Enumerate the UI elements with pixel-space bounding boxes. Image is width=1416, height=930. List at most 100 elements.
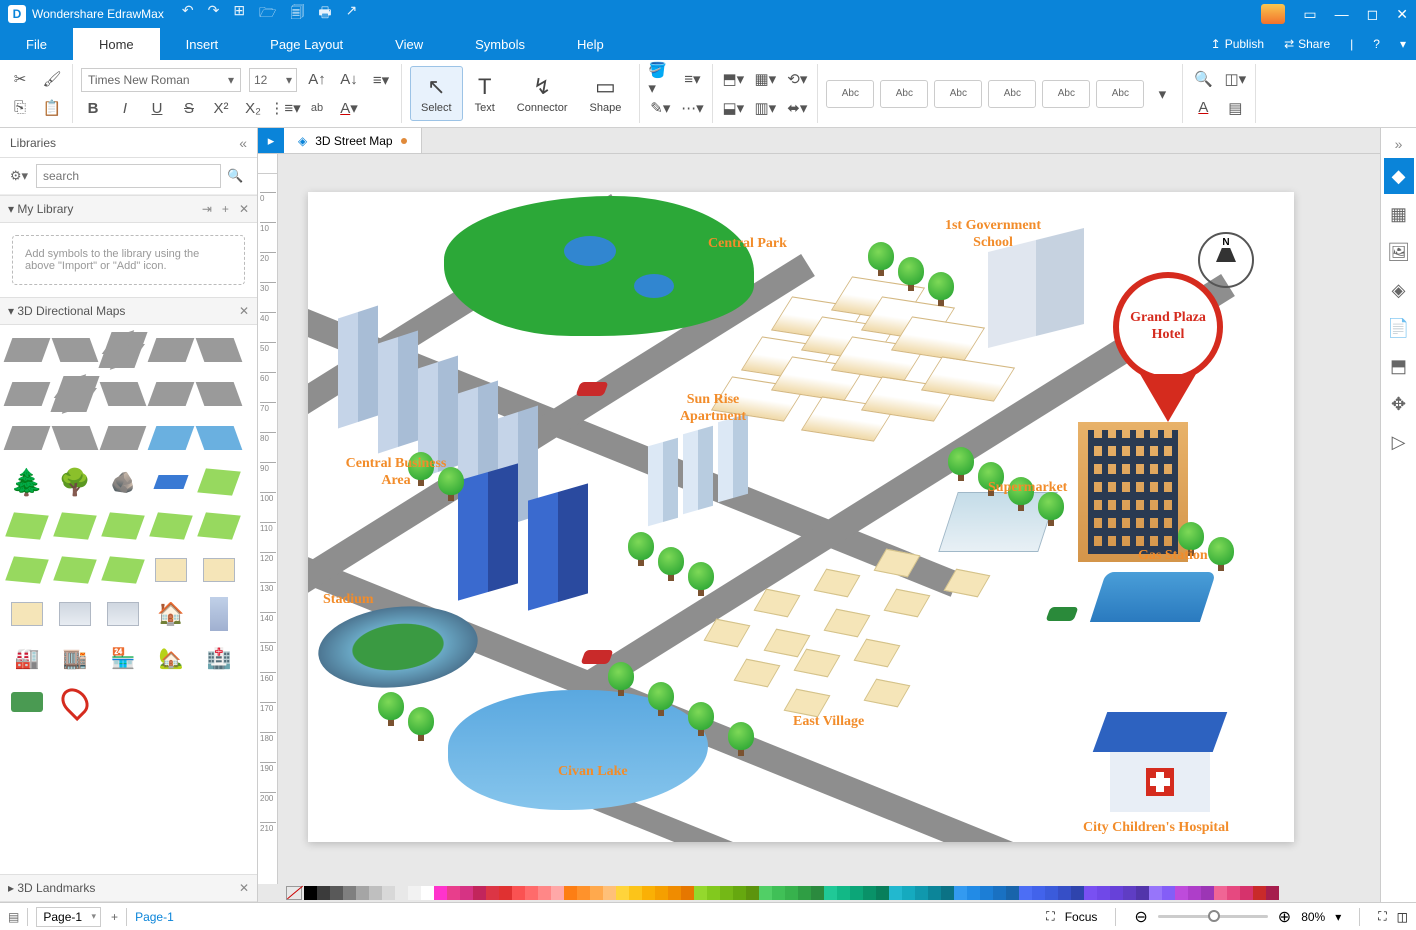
tree[interactable] (868, 242, 894, 276)
page-tab[interactable]: Page-1 (135, 910, 174, 924)
color-swatch[interactable] (772, 886, 785, 900)
shape-bush[interactable]: 🌳 (54, 463, 96, 501)
find-icon[interactable]: 🔍 (1191, 68, 1215, 90)
shape-house-1[interactable]: 🏠 (150, 595, 192, 633)
color-swatch[interactable] (1266, 886, 1279, 900)
format-painter-icon[interactable]: 🖌 (40, 68, 64, 90)
publish-button[interactable]: ↥ Publish (1201, 28, 1274, 60)
shape-road-1[interactable] (6, 331, 48, 369)
office-building[interactable] (528, 483, 588, 610)
fit-page-icon[interactable]: ⛶ (1378, 909, 1386, 924)
library-settings-icon[interactable]: ⚙▾ (8, 165, 30, 187)
outline-view-icon[interactable]: ▤ (8, 910, 19, 924)
color-swatch[interactable] (655, 886, 668, 900)
tree[interactable] (688, 562, 714, 596)
tree[interactable] (378, 692, 404, 726)
shape-tower[interactable] (198, 595, 240, 633)
document-tab[interactable]: ◈ 3D Street Map (284, 128, 422, 153)
color-swatch[interactable] (863, 886, 876, 900)
shape-road-4[interactable] (198, 331, 240, 369)
shape-rock[interactable]: 🪨 (102, 463, 144, 501)
font-size-select[interactable]: 12▾ (249, 68, 297, 92)
color-swatch[interactable] (993, 886, 1006, 900)
color-swatch[interactable] (876, 886, 889, 900)
add-library-icon[interactable]: + (222, 202, 229, 216)
font-name-select[interactable]: Times New Roman▾ (81, 68, 241, 92)
shape-sign[interactable] (150, 463, 192, 501)
shape-ground-4[interactable] (102, 507, 144, 545)
shape-road-2[interactable] (54, 331, 96, 369)
shape-ground-8[interactable] (54, 551, 96, 589)
village-box[interactable] (754, 589, 801, 618)
user-avatar[interactable] (1261, 4, 1285, 24)
window-minimize-icon[interactable]: — (1335, 6, 1349, 22)
strike-icon[interactable]: S (177, 97, 201, 119)
text-tool[interactable]: TText (465, 66, 505, 121)
color-swatch[interactable] (616, 886, 629, 900)
shape-ground-3[interactable] (54, 507, 96, 545)
shape-pine-tree[interactable]: 🌲 (6, 463, 48, 501)
color-swatch[interactable] (798, 886, 811, 900)
menu-tab-page-layout[interactable]: Page Layout (244, 28, 369, 60)
color-swatch[interactable] (954, 886, 967, 900)
color-swatch[interactable] (681, 886, 694, 900)
dock-navigate-icon[interactable]: ✥ (1384, 386, 1414, 422)
font-decrease-icon[interactable]: A↓ (337, 69, 361, 91)
shape-road-5[interactable] (6, 375, 48, 413)
cba-tower[interactable] (378, 331, 418, 454)
color-swatch[interactable] (629, 886, 642, 900)
village-box[interactable] (814, 569, 861, 598)
zoom-in-icon[interactable]: ⊕ (1278, 907, 1291, 927)
color-swatch[interactable] (811, 886, 824, 900)
color-swatch[interactable] (473, 886, 486, 900)
italic-icon[interactable]: I (113, 97, 137, 119)
label-east-village[interactable]: East Village (793, 714, 864, 731)
new-icon[interactable]: ⊞ (233, 2, 245, 26)
shape-ground-6[interactable] (198, 507, 240, 545)
label-central-park[interactable]: Central Park (708, 236, 787, 253)
section-3d-landmarks[interactable]: 3D Landmarks (17, 881, 95, 895)
line-color-icon[interactable]: ✎▾ (648, 97, 672, 119)
section-3d-maps[interactable]: 3D Directional Maps (17, 304, 125, 318)
color-swatch[interactable] (460, 886, 473, 900)
bullets-icon[interactable]: ⋮≡▾ (273, 97, 297, 119)
label-sunrise-apt[interactable]: Sun Rise Apartment (658, 392, 768, 426)
paste-icon[interactable]: 📋 (40, 97, 64, 119)
notifications-icon[interactable]: ▭ (1303, 6, 1316, 23)
color-swatch[interactable] (1006, 886, 1019, 900)
color-swatch[interactable] (590, 886, 603, 900)
save-icon[interactable]: 🗐 (290, 2, 304, 26)
color-swatch[interactable] (941, 886, 954, 900)
color-swatch[interactable] (1084, 886, 1097, 900)
shape-factory[interactable]: 🏭 (6, 639, 48, 677)
collapse-right-icon[interactable]: » (1395, 132, 1403, 156)
doc-home-icon[interactable]: ▸ (258, 128, 284, 153)
shape-box-1[interactable] (150, 551, 192, 589)
tree[interactable] (658, 547, 684, 581)
color-swatch[interactable] (1136, 886, 1149, 900)
rotate-icon[interactable]: ⟲▾ (785, 68, 809, 90)
tower-building[interactable] (683, 426, 713, 515)
color-swatch[interactable] (421, 886, 434, 900)
shape-road-11[interactable] (54, 419, 96, 457)
close-section-icon[interactable]: ✕ (239, 304, 249, 318)
color-swatch[interactable] (980, 886, 993, 900)
align-icon[interactable]: ≡▾ (369, 69, 393, 91)
add-page-icon[interactable]: + (111, 910, 118, 924)
theme-swatch-5[interactable]: Abc (1042, 80, 1090, 108)
crop-icon[interactable]: ◫▾ (1223, 68, 1247, 90)
color-swatch[interactable] (1071, 886, 1084, 900)
font-increase-icon[interactable]: A↑ (305, 69, 329, 91)
shape-card[interactable] (6, 683, 48, 721)
theme-more-icon[interactable]: ▾ (1150, 83, 1174, 105)
open-icon[interactable]: 🗁 (259, 2, 276, 26)
copy-icon[interactable]: ⎘ (8, 97, 32, 119)
label-civan-lake[interactable]: Civan Lake (558, 764, 628, 781)
shape-ground-1[interactable] (198, 463, 240, 501)
clear-format-icon[interactable]: ab (305, 97, 329, 119)
print-icon[interactable]: 🖶 (318, 2, 331, 26)
color-swatch[interactable] (1201, 886, 1214, 900)
shape-ground-2[interactable] (6, 507, 48, 545)
shape-box-2[interactable] (198, 551, 240, 589)
highlight-icon[interactable]: A (1191, 97, 1215, 119)
